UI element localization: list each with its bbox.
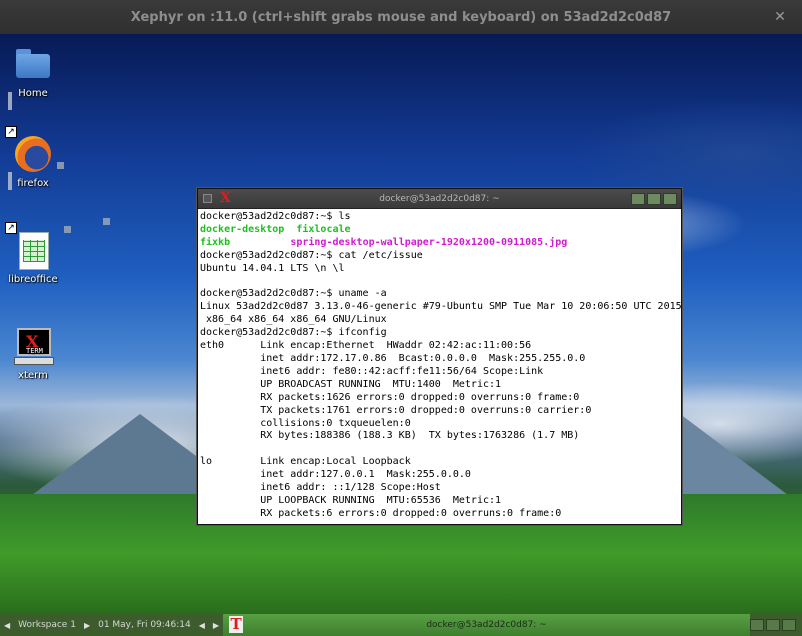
- terminal-line: Linux 53ad2d2c0d87 3.13.0-46-generic #79…: [200, 301, 681, 313]
- terminal-line: x86_64 x86_64 x86_64 GNU/Linux: [200, 314, 387, 326]
- ls-entry-dir: docker-desktop: [200, 223, 285, 235]
- terminal-line: docker@53ad2d2c0d87:~$ ls: [200, 211, 351, 222]
- firefox-icon: ↗: [5, 126, 53, 174]
- desktop-icon-label: xterm: [18, 370, 48, 381]
- taskbar-maximize-button[interactable]: [766, 619, 780, 631]
- workspace-prev-arrow-icon[interactable]: ◀: [0, 621, 14, 630]
- xterm-icon: X TERM: [13, 326, 54, 366]
- xterm-window[interactable]: X docker@53ad2d2c0d87: ~ docker@53ad2d2c…: [197, 188, 682, 525]
- terminal-line: collisions:0 txqueuelen:0: [200, 417, 411, 429]
- xephyr-titlebar[interactable]: Xephyr on :11.0 (ctrl+shift grabs mouse …: [0, 0, 802, 34]
- taskbar-window-buttons: [750, 619, 802, 631]
- xterm-title: docker@53ad2d2c0d87: ~: [379, 193, 500, 204]
- terminal-line: RX packets:1626 errors:0 dropped:0 overr…: [200, 391, 580, 403]
- close-button[interactable]: [663, 193, 677, 205]
- window-menu-icon[interactable]: [203, 194, 212, 203]
- terminal-line: inet6 addr: fe80::42:acff:fe11:56/64 Sco…: [200, 365, 544, 377]
- taskbar-item-xterm[interactable]: T docker@53ad2d2c0d87: ~: [223, 614, 750, 636]
- task-prev-arrow-icon[interactable]: ◀: [195, 621, 209, 630]
- shortcut-arrow-icon: ↗: [5, 126, 17, 138]
- ls-entry-image: spring-desktop-wallpaper-1920x1200-09110…: [290, 236, 568, 248]
- libreoffice-calc-icon: ↗: [5, 222, 53, 270]
- terminal-line: lo Link encap:Local Loopback: [200, 456, 411, 468]
- task-next-arrow-icon[interactable]: ▶: [209, 621, 223, 630]
- desktop-icon-label: firefox: [17, 178, 49, 189]
- terminal-line: inet addr:172.17.0.86 Bcast:0.0.0.0 Mask…: [200, 352, 586, 364]
- clock: 01 May, Fri 09:46:14: [98, 620, 191, 630]
- xephyr-title: Xephyr on :11.0 (ctrl+shift grabs mouse …: [130, 9, 672, 25]
- desktop-icon-label: Home: [18, 88, 48, 99]
- ls-entry-file: fixkb: [200, 236, 231, 248]
- terminal-line: inet6 addr: ::1/128 Scope:Host: [200, 482, 441, 494]
- terminal-line: docker@53ad2d2c0d87:~$ cat /etc/issue: [200, 249, 423, 261]
- workspace-next-arrow-icon[interactable]: ▶: [80, 621, 94, 630]
- taskbar: ◀ Workspace 1 ▶ 01 May, Fri 09:46:14 ◀ ▶…: [0, 614, 802, 636]
- terminal-line: inet addr:127.0.0.1 Mask:255.0.0.0: [200, 469, 471, 481]
- shortcut-arrow-icon: ↗: [5, 222, 17, 234]
- desktop-icon-xterm[interactable]: X TERM xterm: [1, 326, 65, 381]
- terminal-line: fixkb spring-desktop-wallpaper-1920x1200…: [200, 237, 679, 250]
- terminal-line: docker@53ad2d2c0d87:~$ uname -a: [200, 288, 387, 300]
- desktop-icon-home[interactable]: Home: [1, 44, 65, 99]
- maximize-button[interactable]: [647, 193, 661, 205]
- taskbar-minimize-button[interactable]: [750, 619, 764, 631]
- folder-icon: [13, 44, 53, 84]
- desktop-icon-firefox[interactable]: ↗ firefox: [1, 126, 65, 189]
- minimize-button[interactable]: [631, 193, 645, 205]
- terminal-line: docker-desktop fixlocale: [200, 224, 679, 237]
- xterm-titlebar[interactable]: X docker@53ad2d2c0d87: ~: [198, 189, 681, 209]
- xterm-window-icon: X: [220, 190, 231, 206]
- xterm-task-icon: T: [229, 615, 244, 633]
- terminal-line: UP LOOPBACK RUNNING MTU:65536 Metric:1: [200, 494, 502, 506]
- xterm-glyph-term: TERM: [26, 347, 43, 355]
- terminal-output[interactable]: docker@53ad2d2c0d87:~$ ls docker-desktop …: [198, 209, 681, 523]
- taskbar-close-button[interactable]: [782, 619, 796, 631]
- close-icon[interactable]: ✕: [772, 9, 788, 25]
- desktop-icon-libreoffice[interactable]: ↗ libreoffice: [1, 222, 65, 285]
- desktop-icon-label: libreoffice: [8, 274, 58, 285]
- desktop-artifact: [64, 226, 71, 233]
- terminal-line: Ubuntu 14.04.1 LTS \n \l: [200, 262, 345, 274]
- terminal-line: eth0 Link encap:Ethernet HWaddr 02:42:ac…: [200, 340, 532, 352]
- taskbar-item-label: docker@53ad2d2c0d87: ~: [426, 620, 547, 630]
- terminal-line: RX bytes:188386 (188.3 KB) TX bytes:1763…: [200, 430, 580, 442]
- ls-entry-file: fixlocale: [296, 223, 351, 235]
- workspace-label[interactable]: Workspace 1: [14, 614, 80, 636]
- terminal-line: RX packets:6 errors:0 dropped:0 overruns…: [200, 507, 562, 519]
- terminal-line: docker@53ad2d2c0d87:~$ ifconfig: [200, 327, 387, 339]
- terminal-line: UP BROADCAST RUNNING MTU:1400 Metric:1: [200, 378, 502, 390]
- terminal-line: TX packets:1761 errors:0 dropped:0 overr…: [200, 404, 592, 416]
- desktop-artifact: [103, 218, 110, 225]
